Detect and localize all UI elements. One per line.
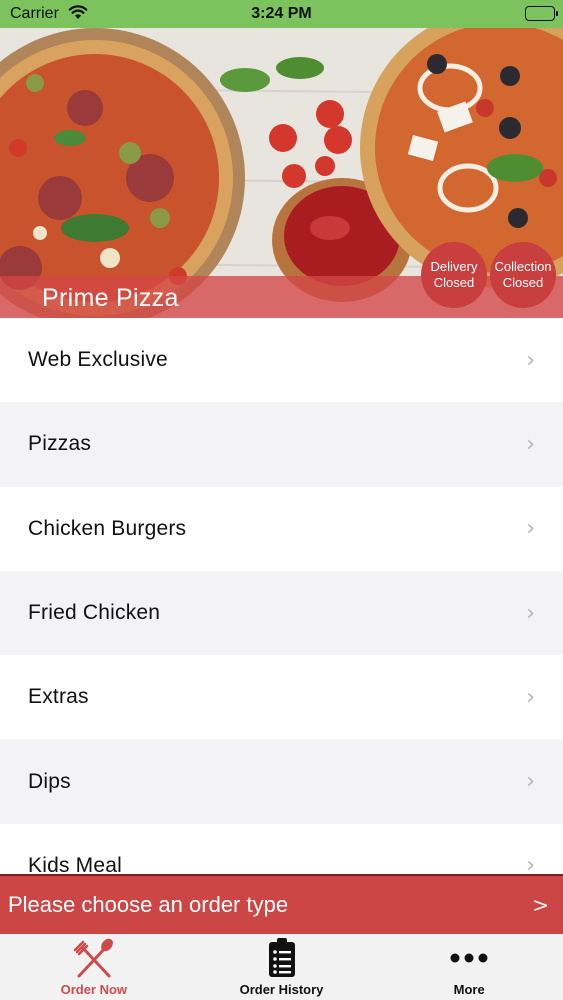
menu-item-fried-chicken[interactable]: Fried Chicken › xyxy=(0,570,563,656)
menu-item-label: Web Exclusive xyxy=(28,348,168,372)
tab-bar: Order Now Order History More xyxy=(0,934,563,1000)
clipboard-list-icon xyxy=(267,936,297,980)
collection-status-badge: Collection Closed xyxy=(490,242,556,308)
menu-item-label: Chicken Burgers xyxy=(28,516,187,540)
chevron-right-icon: › xyxy=(526,600,535,626)
collection-label: Collection xyxy=(494,259,552,274)
tab-order-now[interactable]: Order Now xyxy=(0,934,188,1000)
menu-item-label: Dips xyxy=(28,769,71,793)
menu-item-extras[interactable]: Extras › xyxy=(0,655,563,740)
choose-order-type-button[interactable]: Please choose an order type > xyxy=(0,874,563,934)
chevron-right-icon: › xyxy=(526,684,535,710)
delivery-status-badge: Delivery Closed xyxy=(421,242,487,308)
hero-banner: Prime Pizza Delivery Closed Collection C… xyxy=(0,28,563,318)
chevron-right-icon: › xyxy=(526,431,535,457)
collection-status: Closed xyxy=(502,275,544,290)
menu-item-label: Kids Meal xyxy=(28,853,123,874)
tab-more[interactable]: More xyxy=(375,934,563,1000)
status-bar: Carrier 3:24 PM xyxy=(0,0,563,28)
tab-order-history[interactable]: Order History xyxy=(188,934,376,1000)
battery-icon xyxy=(525,6,558,21)
menu-item-label: Extras xyxy=(28,685,89,709)
menu-item-kids-meal[interactable]: Kids Meal › xyxy=(0,823,563,874)
more-dots-icon xyxy=(449,936,489,980)
menu-category-list: Web Exclusive › Pizzas › Chicken Burgers… xyxy=(0,318,563,874)
menu-item-dips[interactable]: Dips › xyxy=(0,739,563,824)
chevron-right-icon: › xyxy=(526,347,535,373)
chevron-right-icon: › xyxy=(526,853,535,874)
tab-label: Order Now xyxy=(60,982,128,997)
delivery-label: Delivery xyxy=(430,259,478,274)
menu-item-label: Fried Chicken xyxy=(28,601,161,625)
fork-knife-icon xyxy=(71,936,117,980)
chevron-right-icon: › xyxy=(526,769,535,795)
arrow-right-icon: > xyxy=(532,893,549,917)
menu-item-web-exclusive[interactable]: Web Exclusive › xyxy=(0,318,563,403)
menu-item-label: Pizzas xyxy=(28,432,92,456)
delivery-status: Closed xyxy=(433,275,475,290)
menu-item-chicken-burgers[interactable]: Chicken Burgers › xyxy=(0,486,563,571)
menu-item-pizzas[interactable]: Pizzas › xyxy=(0,402,563,487)
chevron-right-icon: › xyxy=(526,516,535,542)
order-type-prompt: Please choose an order type xyxy=(8,892,289,917)
tab-label: More xyxy=(453,982,485,997)
clock: 3:24 PM xyxy=(251,5,312,22)
tab-label: Order History xyxy=(239,982,324,997)
restaurant-name: Prime Pizza xyxy=(42,284,179,312)
